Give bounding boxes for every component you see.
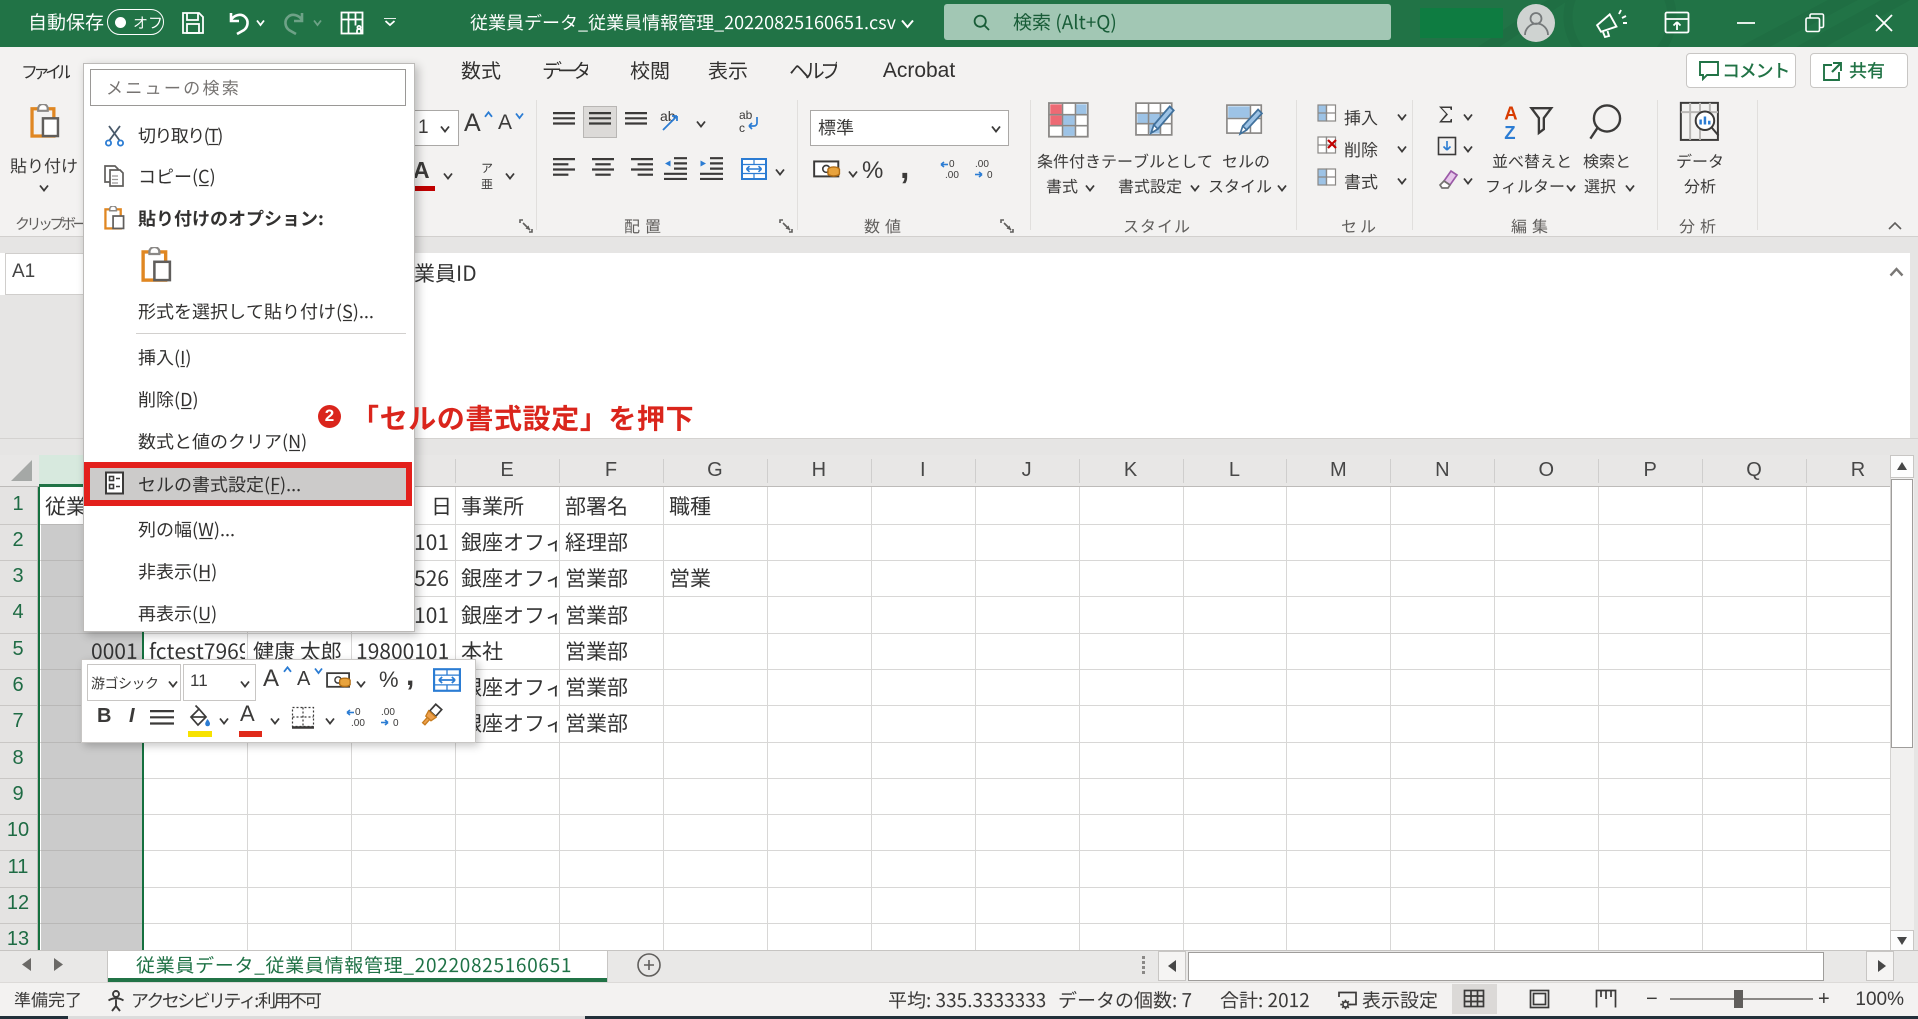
svg-text:0: 0 [355, 707, 361, 718]
svg-text:0: 0 [393, 718, 399, 728]
svg-text:0: 0 [987, 170, 993, 180]
svg-text:ab: ab [739, 108, 753, 122]
svg-text:c: c [739, 121, 745, 135]
svg-text:A: A [1504, 102, 1517, 123]
svg-text:.00: .00 [945, 170, 959, 180]
svg-text:.00: .00 [975, 159, 989, 170]
svg-text:Z: Z [1504, 122, 1515, 143]
svg-text:.00: .00 [351, 718, 365, 728]
svg-text:.00: .00 [381, 707, 395, 718]
svg-text:0: 0 [949, 159, 955, 170]
